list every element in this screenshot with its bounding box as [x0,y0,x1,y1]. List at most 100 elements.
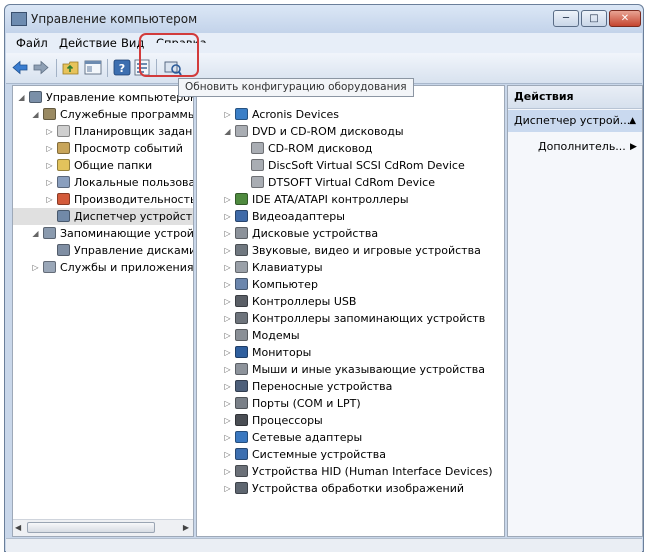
expand-arrow-icon[interactable]: ▷ [223,398,232,409]
expand-arrow-icon[interactable]: ▷ [45,126,54,137]
device-tree-item[interactable]: ▷ Контроллеры USB [197,293,504,310]
expand-arrow-icon[interactable]: ▷ [223,415,232,426]
expand-arrow-icon[interactable]: ▷ [45,143,54,154]
tree-item-label: Порты (COM и LPT) [252,397,361,410]
console-tree-item[interactable]: ▷ Просмотр событий [13,140,193,157]
scroll-left-icon[interactable]: ◀ [15,523,21,532]
expand-arrow-icon[interactable]: ▷ [223,313,232,324]
tree-item-label: Сетевые адаптеры [252,431,363,444]
expand-arrow-icon[interactable]: ▷ [223,262,232,273]
device-tree-item[interactable]: ▷ Дисковые устройства [197,225,504,242]
up-folder-icon[interactable] [62,59,80,76]
expand-arrow-icon[interactable]: ▷ [45,177,54,188]
device-tree-item[interactable]: ▷ Сетевые адаптеры [197,429,504,446]
maximize-button[interactable]: □ [581,10,607,27]
actions-more-item[interactable]: Дополнитель... ▶ [538,138,637,156]
device-tree-item[interactable]: ▷ Мыши и иные указывающие устройства [197,361,504,378]
device-tree-item[interactable]: ▷ Видеоадаптеры [197,208,504,225]
tree-item-label: Устройства HID (Human Interface Devices) [252,465,493,478]
close-button[interactable]: ✕ [609,10,641,27]
actions-header: Действия [508,86,642,109]
forward-arrow-icon[interactable] [32,59,50,76]
console-tree-item[interactable]: ◢ Служебные программы [13,106,193,123]
tree-item-label: Звуковые, видео и игровые устройства [252,244,481,257]
expand-arrow-icon[interactable]: ▷ [31,262,40,273]
expand-arrow-icon[interactable]: ▷ [223,194,232,205]
show-hide-console-tree-icon[interactable] [84,59,102,76]
expand-arrow-icon[interactable]: ▷ [223,466,232,477]
device-tree-item[interactable]: ▷ Процессоры [197,412,504,429]
device-tree-item[interactable]: ◢ DVD и CD-ROM дисководы [197,123,504,140]
menu-file[interactable]: Файл [16,36,48,50]
console-tree-item[interactable]: ◢ Управление компьютером [13,89,193,106]
expand-arrow-icon[interactable]: ▷ [223,211,232,222]
scroll-right-icon[interactable]: ▶ [183,523,189,532]
title-bar[interactable]: Управление компьютером ─ □ ✕ [5,5,643,33]
device-tree-item[interactable]: ▷ Устройства HID (Human Interface Devices… [197,463,504,480]
device-manager-icon [57,210,70,222]
back-arrow-icon[interactable] [11,59,29,76]
expand-arrow-icon[interactable]: ▷ [45,194,54,205]
computer-management-app-icon [11,12,27,26]
console-tree-item[interactable]: ▷ Производительность [13,191,193,208]
expand-arrow-icon[interactable]: ▷ [223,381,232,392]
collapse-arrow-icon[interactable]: ◢ [223,126,232,137]
expand-arrow-icon[interactable]: ▷ [223,245,232,256]
collapse-arrow-icon[interactable]: ◢ [31,228,40,239]
console-tree-item[interactable]: ▷ Планировщик заданий [13,123,193,140]
highlight-annotation [139,33,199,77]
horizontal-scrollbar[interactable]: ◀ ▶ [13,519,193,536]
expand-arrow-icon[interactable]: ▷ [223,347,232,358]
expand-arrow-icon[interactable]: ▷ [223,432,232,443]
console-tree-item[interactable]: ▷ Службы и приложения [13,259,193,276]
expand-arrow-icon[interactable]: ▷ [223,109,232,120]
expand-arrow-icon[interactable]: ▷ [223,483,232,494]
device-tree-item[interactable]: ▷ Порты (COM и LPT) [197,395,504,412]
console-tree-item[interactable]: Диспетчер устройств [13,208,193,225]
console-tree-item[interactable]: ▷ Локальные пользовате [13,174,193,191]
tooltip: Обновить конфигурацию оборудования [178,78,414,97]
expand-arrow-icon[interactable]: ▷ [223,449,232,460]
expand-arrow-icon[interactable]: ▷ [223,364,232,375]
console-tree-item[interactable]: ◢ Запоминающие устройст [13,225,193,242]
expand-arrow-icon[interactable]: ▷ [223,279,232,290]
mouse-icon [235,363,248,375]
system-device-icon [235,448,248,460]
device-tree-item[interactable]: ▷ Мониторы [197,344,504,361]
device-tree-item[interactable]: ▷ Модемы [197,327,504,344]
tree-item-label: Acronis Devices [252,108,339,121]
device-tree-item[interactable]: ▷ Acronis Devices [197,106,504,123]
collapse-arrow-icon[interactable]: ◢ [17,92,26,103]
device-tree-item[interactable]: DTSOFT Virtual CdRom Device [197,174,504,191]
expand-arrow-icon[interactable]: ▷ [223,296,232,307]
device-tree-item[interactable]: ▷ IDE ATA/ATAPI контроллеры [197,191,504,208]
device-tree-pane[interactable]: ▷ Acronis Devices ◢ DVD и CD-ROM дисководы C… [196,85,505,537]
device-tree-item[interactable]: ▷ Контроллеры запоминающих устройств [197,310,504,327]
scrollbar-thumb[interactable] [27,522,155,533]
console-tree-item[interactable]: Управление дисками [13,242,193,259]
tree-item-label: IDE ATA/ATAPI контроллеры [252,193,409,206]
device-tree-item[interactable]: CD-ROM дисковод [197,140,504,157]
device-tree-item[interactable]: ▷ Устройства обработки изображений [197,480,504,497]
device-tree-item[interactable]: ▷ Звуковые, видео и игровые устройства [197,242,504,259]
console-tree-item[interactable]: ▷ Общие папки [13,157,193,174]
expand-arrow-icon[interactable]: ▷ [223,228,232,239]
device-tree-item[interactable]: ▷ Системные устройства [197,446,504,463]
tree-item-label: Видеоадаптеры [252,210,345,223]
actions-selected-item[interactable]: Диспетчер устрой... ▲ [508,110,642,132]
menu-action[interactable]: Действие [59,36,117,50]
console-tree-pane[interactable]: ◀ ▶ ◢ Управление компьютером ◢ Служебные пр… [12,85,194,537]
port-icon [235,397,248,409]
device-tree-item[interactable]: ▷ Компьютер [197,276,504,293]
device-tree-item[interactable]: ▷ Клавиатуры [197,259,504,276]
minimize-button[interactable]: ─ [553,10,579,27]
expand-arrow-icon[interactable]: ▷ [45,160,54,171]
expand-arrow-icon[interactable]: ▷ [223,330,232,341]
collapse-up-icon[interactable]: ▲ [629,110,636,132]
tree-item-label: Управление компьютером [46,91,194,104]
device-tree-item[interactable]: DiscSoft Virtual SCSI CdRom Device [197,157,504,174]
device-tree-item[interactable]: ▷ Переносные устройства [197,378,504,395]
collapse-arrow-icon[interactable]: ◢ [31,109,40,120]
help-icon[interactable]: ? [113,59,131,76]
users-icon [57,176,70,188]
